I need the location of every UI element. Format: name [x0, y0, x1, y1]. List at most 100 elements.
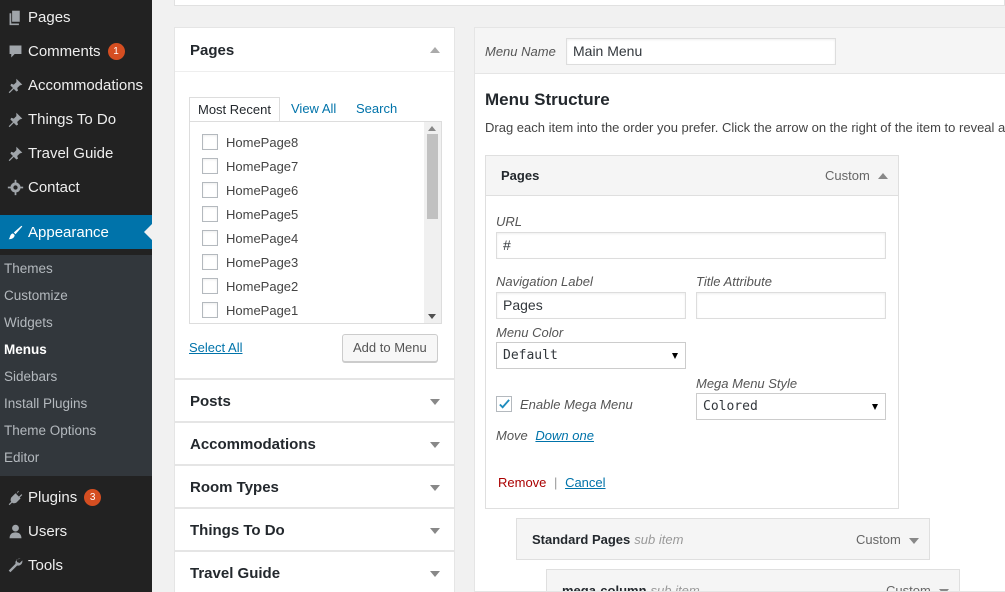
- list-item[interactable]: HomePage1: [202, 302, 298, 318]
- menu-item-handle[interactable]: Pages Custom: [486, 156, 898, 196]
- submenu-widgets[interactable]: Widgets: [4, 315, 53, 330]
- navigation-label-input[interactable]: Pages: [496, 292, 686, 319]
- menu-structure-help: Drag each item into the order you prefer…: [485, 120, 1005, 135]
- checkbox[interactable]: [202, 254, 218, 270]
- add-menu-items-column: Pages Most Recent View All Search HomePa…: [174, 27, 455, 592]
- expand-arrow-icon[interactable]: [430, 571, 440, 577]
- menu-item-title-text: Standard Pages: [532, 532, 631, 547]
- sidebar-item-contact[interactable]: Contact: [0, 170, 152, 204]
- mega-menu-style-select[interactable]: Colored: [696, 393, 886, 420]
- pages-panel-header[interactable]: Pages: [175, 28, 454, 72]
- list-item[interactable]: HomePage4: [202, 230, 298, 246]
- remove-link[interactable]: Remove: [498, 475, 546, 490]
- menu-name-header: Menu Name Main Menu: [475, 28, 1005, 74]
- checkbox[interactable]: [202, 134, 218, 150]
- scrollbar[interactable]: [424, 122, 441, 323]
- sidebar-item-label: Appearance: [28, 223, 109, 241]
- url-input[interactable]: #: [496, 232, 886, 259]
- url-label: URL: [496, 214, 523, 229]
- sidebar-item-pages[interactable]: Pages: [0, 0, 152, 34]
- checkbox[interactable]: [202, 230, 218, 246]
- checkbox[interactable]: [202, 182, 218, 198]
- sidebar-item-users[interactable]: Users: [0, 514, 152, 548]
- sidebar-item-travel-guide[interactable]: Travel Guide: [0, 136, 152, 170]
- move-down-one-link[interactable]: Down one: [535, 428, 594, 443]
- top-box-edge: [174, 0, 1005, 6]
- mega-menu-style-value: Colored: [703, 399, 758, 414]
- submenu-editor[interactable]: Editor: [4, 450, 39, 465]
- panel-title: Posts: [190, 393, 231, 410]
- checkbox[interactable]: [202, 302, 218, 318]
- enable-mega-menu-checkbox[interactable]: [496, 396, 512, 412]
- panel-title: Things To Do: [190, 522, 285, 539]
- submenu-install-plugins[interactable]: Install Plugins: [4, 396, 87, 411]
- item-label: HomePage6: [226, 182, 299, 198]
- pin-icon: [0, 111, 28, 128]
- list-item[interactable]: HomePage8: [202, 134, 298, 150]
- accommodations-panel[interactable]: Accommodations: [174, 422, 455, 465]
- room-types-panel[interactable]: Room Types: [174, 465, 455, 508]
- menu-name-input[interactable]: Main Menu: [566, 38, 836, 65]
- list-item[interactable]: HomePage5: [202, 206, 298, 222]
- tab-most-recent[interactable]: Most Recent: [189, 97, 280, 122]
- list-item[interactable]: HomePage6: [202, 182, 298, 198]
- sidebar-item-appearance[interactable]: Appearance: [0, 215, 152, 249]
- plugins-count-badge: 3: [84, 488, 102, 506]
- cancel-link[interactable]: Cancel: [565, 475, 605, 490]
- sidebar-item-label: Travel Guide: [28, 144, 114, 162]
- pin-icon: [0, 145, 28, 162]
- things-to-do-panel[interactable]: Things To Do: [174, 508, 455, 551]
- sub-item-tag: sub item: [634, 532, 684, 547]
- sidebar-item-tools[interactable]: Tools: [0, 548, 152, 582]
- checkmark-icon: [498, 398, 510, 409]
- title-attribute-input[interactable]: [696, 292, 886, 319]
- sidebar-item-comments[interactable]: Comments 1: [0, 34, 152, 68]
- posts-panel[interactable]: Posts: [174, 379, 455, 422]
- expand-arrow-icon[interactable]: [430, 399, 440, 405]
- appearance-submenu: Themes Customize Widgets Menus Sidebars …: [0, 255, 152, 476]
- scroll-down-arrow-icon[interactable]: [428, 314, 436, 319]
- menu-item-title: Standard Pages sub item: [532, 532, 683, 547]
- scrollbar-thumb[interactable]: [427, 134, 438, 219]
- expand-arrow-icon[interactable]: [430, 485, 440, 491]
- menu-item-type: Custom: [886, 583, 931, 592]
- tab-view-all[interactable]: View All: [291, 97, 336, 122]
- tab-search[interactable]: Search: [356, 97, 397, 122]
- submenu-customize[interactable]: Customize: [4, 288, 68, 303]
- checkbox[interactable]: [202, 278, 218, 294]
- move-row: Move Down one: [496, 428, 594, 443]
- list-item[interactable]: HomePage3: [202, 254, 298, 270]
- collapse-arrow-icon[interactable]: [430, 47, 440, 53]
- collapse-arrow-icon[interactable]: [878, 173, 888, 179]
- sidebar-item-things-to-do[interactable]: Things To Do: [0, 102, 152, 136]
- menu-color-select[interactable]: Default: [496, 342, 686, 369]
- checkbox[interactable]: [202, 206, 218, 222]
- comments-count-badge: 1: [107, 42, 125, 60]
- submenu-menus[interactable]: Menus: [4, 342, 47, 357]
- menu-item-mega-column[interactable]: mega-column sub item Custom: [546, 569, 960, 592]
- submenu-themes[interactable]: Themes: [4, 261, 53, 276]
- pages-panel: Pages Most Recent View All Search HomePa…: [174, 27, 455, 379]
- item-label: HomePage1: [226, 302, 299, 318]
- current-menu-arrow: [144, 224, 152, 240]
- title-attribute-label: Title Attribute: [696, 274, 772, 289]
- scroll-up-arrow-icon[interactable]: [428, 126, 436, 131]
- list-item[interactable]: HomePage2: [202, 278, 298, 294]
- sidebar-item-label: Things To Do: [28, 110, 117, 128]
- submenu-sidebars[interactable]: Sidebars: [4, 369, 57, 384]
- enable-mega-menu-row[interactable]: Enable Mega Menu: [496, 396, 633, 412]
- checkbox[interactable]: [202, 158, 218, 174]
- travel-guide-panel[interactable]: Travel Guide: [174, 551, 455, 592]
- panel-title: Pages: [190, 42, 235, 59]
- enable-mega-menu-label: Enable Mega Menu: [520, 396, 633, 412]
- add-to-menu-button[interactable]: Add to Menu: [342, 334, 438, 362]
- sidebar-item-accommodations[interactable]: Accommodations: [0, 68, 152, 102]
- list-item[interactable]: HomePage7: [202, 158, 298, 174]
- expand-arrow-icon[interactable]: [430, 528, 440, 534]
- submenu-theme-options[interactable]: Theme Options: [4, 423, 96, 438]
- expand-arrow-icon[interactable]: [430, 442, 440, 448]
- expand-arrow-icon[interactable]: [909, 538, 919, 544]
- menu-item-standard-pages[interactable]: Standard Pages sub item Custom: [516, 518, 930, 560]
- select-all-link[interactable]: Select All: [189, 340, 242, 355]
- sidebar-item-plugins[interactable]: Plugins 3: [0, 480, 152, 514]
